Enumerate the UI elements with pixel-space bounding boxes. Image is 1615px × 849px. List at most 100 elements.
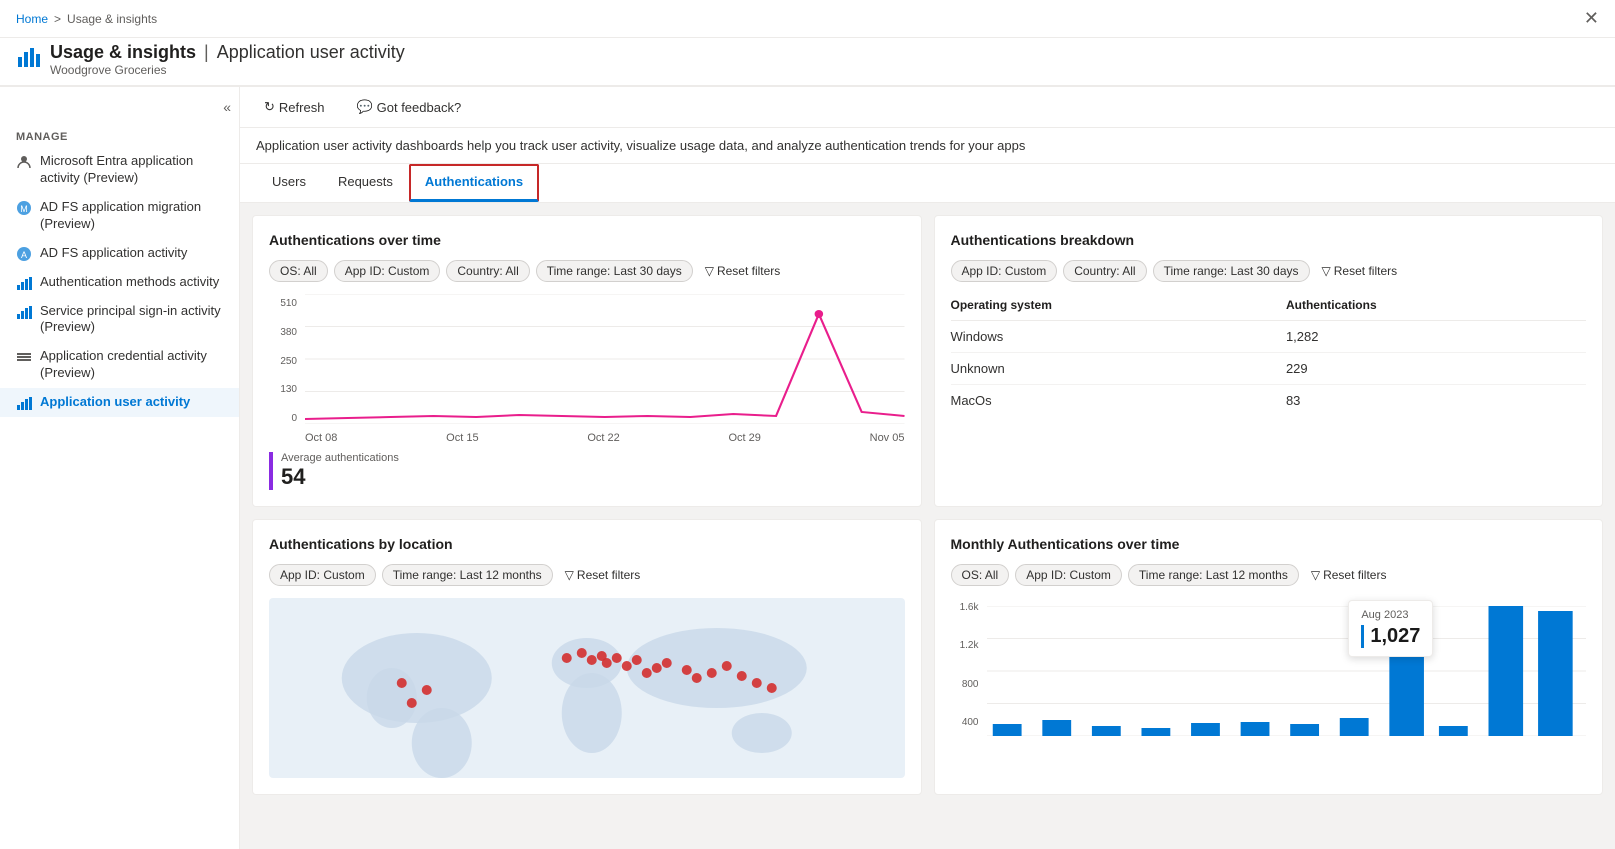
tab-authentications-label: Authentications [425, 174, 523, 189]
monthly-chip-os[interactable]: OS: All [951, 564, 1010, 586]
sidebar-item-auth-methods[interactable]: Authentication methods activity [0, 268, 239, 297]
feedback-icon: 💬 [356, 99, 372, 115]
location-filter-icon: ▽ [565, 568, 574, 582]
sidebar-item-adfs-activity-label: AD FS application activity [40, 245, 187, 262]
chip-os[interactable]: OS: All [269, 260, 328, 282]
x-label-1: Oct 08 [305, 432, 337, 444]
x-label-4: Oct 29 [728, 432, 760, 444]
sidebar-item-service-principal[interactable]: Service principal sign-in activity (Prev… [0, 297, 239, 343]
chip-timerange[interactable]: Time range: Last 30 days [536, 260, 693, 282]
title-separator: | [204, 42, 209, 63]
tooltip-date: Aug 2023 [1361, 609, 1420, 621]
chip-country[interactable]: Country: All [446, 260, 529, 282]
table-row: Windows 1,282 [951, 321, 1587, 353]
feedback-label: Got feedback? [377, 100, 462, 115]
average-value: 54 [281, 464, 905, 490]
monthly-auth-title: Monthly Authentications over time [951, 536, 1587, 552]
close-button[interactable]: ✕ [1584, 8, 1599, 29]
tooltip-value: 1,027 [1361, 625, 1420, 648]
cards-grid: Authentications over time OS: All App ID… [240, 203, 1615, 807]
monthly-chip-timerange[interactable]: Time range: Last 12 months [1128, 564, 1299, 586]
map-container [269, 598, 905, 778]
tab-requests[interactable]: Requests [322, 164, 409, 202]
x-label-2: Oct 15 [446, 432, 478, 444]
row-os-unknown: Unknown [951, 353, 1286, 385]
sidebar-item-app-user-activity[interactable]: Application user activity [0, 388, 239, 417]
page-title-area: Usage & insights | Application user acti… [0, 38, 1615, 86]
monthly-y-1.6k: 1.6k [951, 602, 979, 613]
svg-text:M: M [20, 204, 28, 214]
auth-over-time-filters: OS: All App ID: Custom Country: All Time… [269, 260, 905, 282]
average-stat: Average authentications 54 [269, 452, 905, 490]
auth-breakdown-filters: App ID: Custom Country: All Time range: … [951, 260, 1587, 282]
service-principal-icon [16, 304, 32, 320]
sidebar-collapse-button[interactable]: « [223, 99, 231, 115]
y-label-1: 0 [269, 413, 297, 424]
auth-over-time-title: Authentications over time [269, 232, 905, 248]
adfs-activity-icon: A [16, 246, 32, 262]
breakdown-reset-label: Reset filters [1334, 264, 1397, 278]
auth-line-chart [305, 294, 905, 424]
location-chip-timerange[interactable]: Time range: Last 12 months [382, 564, 553, 586]
app-user-activity-icon [16, 395, 32, 411]
breadcrumb: Home > Usage & insights [16, 12, 157, 26]
monthly-reset-link[interactable]: ▽ Reset filters [1305, 564, 1393, 586]
sidebar-item-entra-label: Microsoft Entra application activity (Pr… [40, 153, 223, 187]
main-layout: « Manage Microsoft Entra application act… [0, 87, 1615, 849]
page-icon [16, 45, 40, 75]
breakdown-chip-timerange[interactable]: Time range: Last 30 days [1153, 260, 1310, 282]
org-name: Woodgrove Groceries [50, 63, 405, 77]
y-label-4: 380 [269, 327, 297, 338]
user-icon [16, 154, 32, 170]
auth-by-location-card: Authentications by location App ID: Cust… [252, 519, 922, 795]
sidebar-item-entra-activity[interactable]: Microsoft Entra application activity (Pr… [0, 147, 239, 193]
sidebar: « Manage Microsoft Entra application act… [0, 87, 240, 849]
y-label-5: 510 [269, 298, 297, 309]
row-os-windows: Windows [951, 321, 1286, 353]
auth-methods-icon [16, 275, 32, 291]
sidebar-item-app-credential[interactable]: Application credential activity (Preview… [0, 342, 239, 388]
feedback-button[interactable]: 💬 Got feedback? [348, 95, 469, 119]
monthly-y-800: 800 [951, 679, 979, 690]
breakdown-chip-country[interactable]: Country: All [1063, 260, 1146, 282]
monthly-chip-appid[interactable]: App ID: Custom [1015, 564, 1122, 586]
tab-authentications[interactable]: Authentications [409, 164, 539, 202]
header-section: Home > Usage & insights ✕ Usage & insigh… [0, 0, 1615, 87]
description-text: Application user activity dashboards hel… [240, 128, 1615, 164]
tab-users[interactable]: Users [256, 164, 322, 202]
chip-appid[interactable]: App ID: Custom [334, 260, 441, 282]
monthly-reset-label: Reset filters [1323, 568, 1386, 582]
title-group: Usage & insights | Application user acti… [50, 42, 405, 77]
sidebar-item-adfs-migration-label: AD FS application migration (Preview) [40, 199, 223, 233]
auth-breakdown-title: Authentications breakdown [951, 232, 1587, 248]
breakdown-chip-appid[interactable]: App ID: Custom [951, 260, 1058, 282]
filter-icon: ▽ [705, 264, 714, 278]
row-count-macos: 83 [1286, 385, 1586, 417]
breadcrumb-home[interactable]: Home [16, 12, 48, 26]
sidebar-item-adfs-activity[interactable]: A AD FS application activity [0, 239, 239, 268]
adfs-migration-icon: M [16, 200, 32, 216]
location-reset-label: Reset filters [577, 568, 640, 582]
table-row: MacOs 83 [951, 385, 1587, 417]
breakdown-reset-link[interactable]: ▽ Reset filters [1316, 260, 1404, 282]
app-credential-icon [16, 349, 32, 365]
sidebar-item-adfs-migration[interactable]: M AD FS application migration (Preview) [0, 193, 239, 239]
location-reset-link[interactable]: ▽ Reset filters [559, 564, 647, 586]
tabs-bar: Users Requests Authentications [240, 164, 1615, 203]
x-label-5: Nov 05 [870, 432, 905, 444]
sidebar-item-app-user-activity-label: Application user activity [40, 394, 190, 411]
breadcrumb-separator: > [54, 12, 61, 26]
breakdown-table: Operating system Authentications Windows… [951, 294, 1587, 416]
location-chip-appid[interactable]: App ID: Custom [269, 564, 376, 586]
breakdown-filter-icon: ▽ [1322, 264, 1331, 278]
content-area: ↻ Refresh 💬 Got feedback? Application us… [240, 87, 1615, 849]
row-count-unknown: 229 [1286, 353, 1586, 385]
page-title: Usage & insights [50, 42, 196, 63]
monthly-auth-card: Monthly Authentications over time OS: Al… [934, 519, 1604, 795]
monthly-filter-icon: ▽ [1311, 568, 1320, 582]
reset-filters-link[interactable]: ▽ Reset filters [699, 260, 787, 282]
refresh-button[interactable]: ↻ Refresh [256, 95, 332, 119]
page-subtitle: Application user activity [217, 42, 405, 63]
refresh-label: Refresh [279, 100, 325, 115]
sidebar-item-service-principal-label: Service principal sign-in activity (Prev… [40, 303, 223, 337]
